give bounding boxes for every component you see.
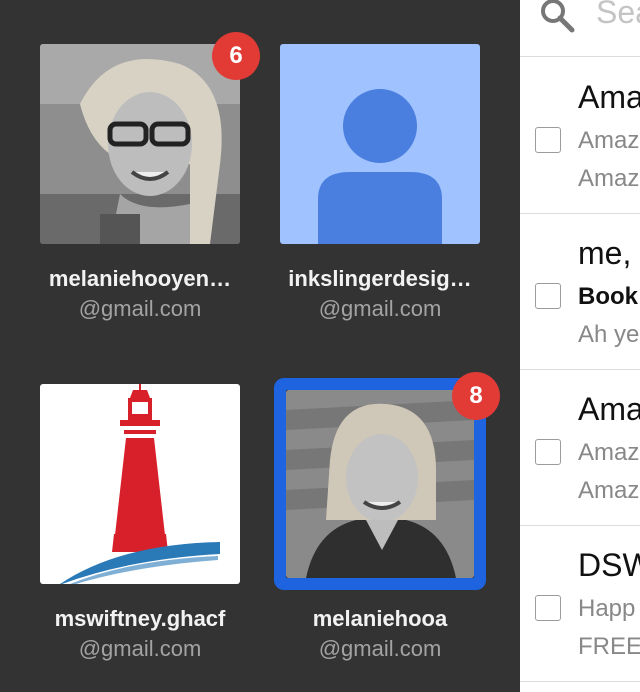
email-preview: FREE xyxy=(578,633,640,660)
account-email: @gmail.com xyxy=(318,296,442,321)
inbox-list: Sea Ama Amaz Amaz me, Book Ah ye Ama Ama… xyxy=(520,0,640,692)
search-input[interactable]: Sea xyxy=(596,0,640,31)
email-sender: Ama xyxy=(578,391,640,427)
email-subject: Happ xyxy=(578,595,636,622)
account-switcher: 6 melaniehooyen… @gmail.com inkslingerde… xyxy=(0,0,520,692)
email-sender: DSW xyxy=(578,547,640,583)
default-avatar xyxy=(280,44,480,244)
account-name: mswiftney.ghacf xyxy=(54,606,226,631)
unread-count-badge: 8 xyxy=(452,372,500,420)
email-subject: Amaz xyxy=(578,439,640,466)
search-bar[interactable]: Sea xyxy=(520,0,640,57)
email-preview: Amaz xyxy=(578,477,640,504)
email-row[interactable]: Ama Amaz Amaz xyxy=(520,57,640,214)
account-name: melaniehooa xyxy=(312,606,448,631)
unread-count-badge: 6 xyxy=(212,32,260,80)
email-subject: Book xyxy=(578,283,638,310)
email-checkbox[interactable] xyxy=(535,283,561,309)
email-sender: me, xyxy=(578,235,632,271)
email-subject: Amaz xyxy=(578,127,640,154)
email-row[interactable]: me, Book Ah ye xyxy=(520,213,640,370)
account-name: inkslingerdesig… xyxy=(288,266,472,291)
account-email: @gmail.com xyxy=(78,296,202,321)
email-checkbox[interactable] xyxy=(535,127,561,153)
search-icon xyxy=(541,0,575,33)
email-checkbox[interactable] xyxy=(535,595,561,621)
account-email: @gmail.com xyxy=(78,636,202,661)
email-preview: Amaz xyxy=(578,165,640,192)
avatar-photo xyxy=(274,378,486,590)
avatar-photo xyxy=(40,44,240,244)
email-row[interactable]: Ama Amaz Amaz xyxy=(520,369,640,526)
email-preview: Ah ye xyxy=(578,321,640,348)
lighthouse-icon xyxy=(40,384,240,584)
person-icon xyxy=(280,44,480,244)
email-sender: Ama xyxy=(578,79,640,115)
email-checkbox[interactable] xyxy=(535,439,561,465)
lighthouse-avatar xyxy=(40,384,240,584)
account-name: melaniehooyen… xyxy=(48,266,232,291)
email-row[interactable]: DSW Happ FREE xyxy=(520,525,640,682)
account-email: @gmail.com xyxy=(318,636,442,661)
